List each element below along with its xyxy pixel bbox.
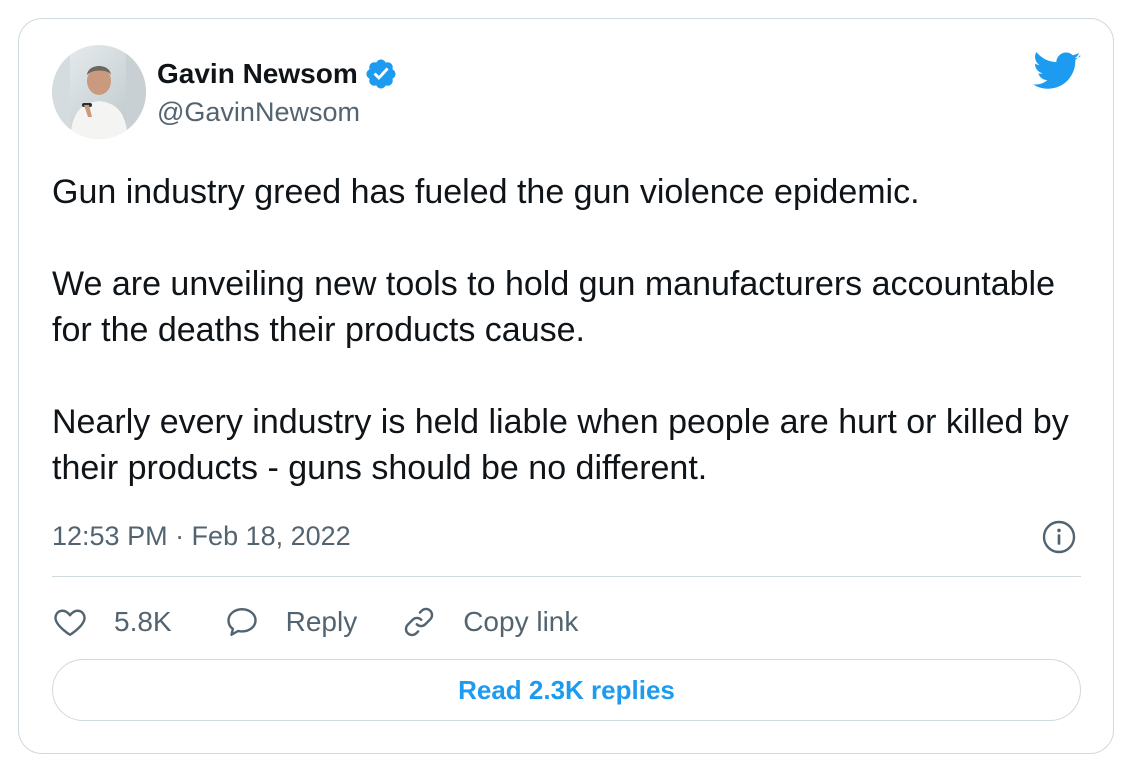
copy-link-button[interactable]: Copy link [401, 604, 578, 640]
twitter-bird-icon[interactable] [1033, 51, 1081, 93]
avatar-image [52, 45, 146, 139]
verified-badge-icon [364, 57, 398, 91]
tweet-paragraph: Nearly every industry is held liable whe… [52, 403, 1069, 487]
divider [52, 576, 1081, 577]
tweet-paragraph: We are unveiling new tools to hold gun m… [52, 265, 1055, 349]
speech-bubble-icon [226, 608, 257, 636]
tweet-paragraph: Gun industry greed has fueled the gun vi… [52, 173, 920, 211]
heart-icon [54, 609, 86, 636]
like-count: 5.8K [114, 606, 172, 637]
reply-label: Reply [285, 606, 358, 637]
link-icon [405, 607, 434, 637]
copy-link-label: Copy link [463, 606, 579, 637]
action-bar: 5.8K Reply Copy link [52, 599, 578, 645]
author-name-row[interactable]: Gavin Newsom [157, 57, 398, 91]
author-avatar[interactable] [52, 45, 146, 139]
info-icon[interactable] [1041, 519, 1077, 555]
tweet-card: Gavin Newsom @GavinNewsom Gun industry g… [18, 18, 1114, 754]
author-handle[interactable]: @GavinNewsom [157, 97, 360, 128]
tweet-text: Gun industry greed has fueled the gun vi… [52, 169, 1082, 491]
reply-button[interactable]: Reply [224, 604, 358, 640]
like-button[interactable]: 5.8K [52, 604, 172, 640]
tweet-timestamp[interactable]: 12:53 PM · Feb 18, 2022 [52, 521, 351, 552]
author-name[interactable]: Gavin Newsom [157, 58, 358, 90]
read-replies-button[interactable]: Read 2.3K replies [52, 659, 1081, 721]
